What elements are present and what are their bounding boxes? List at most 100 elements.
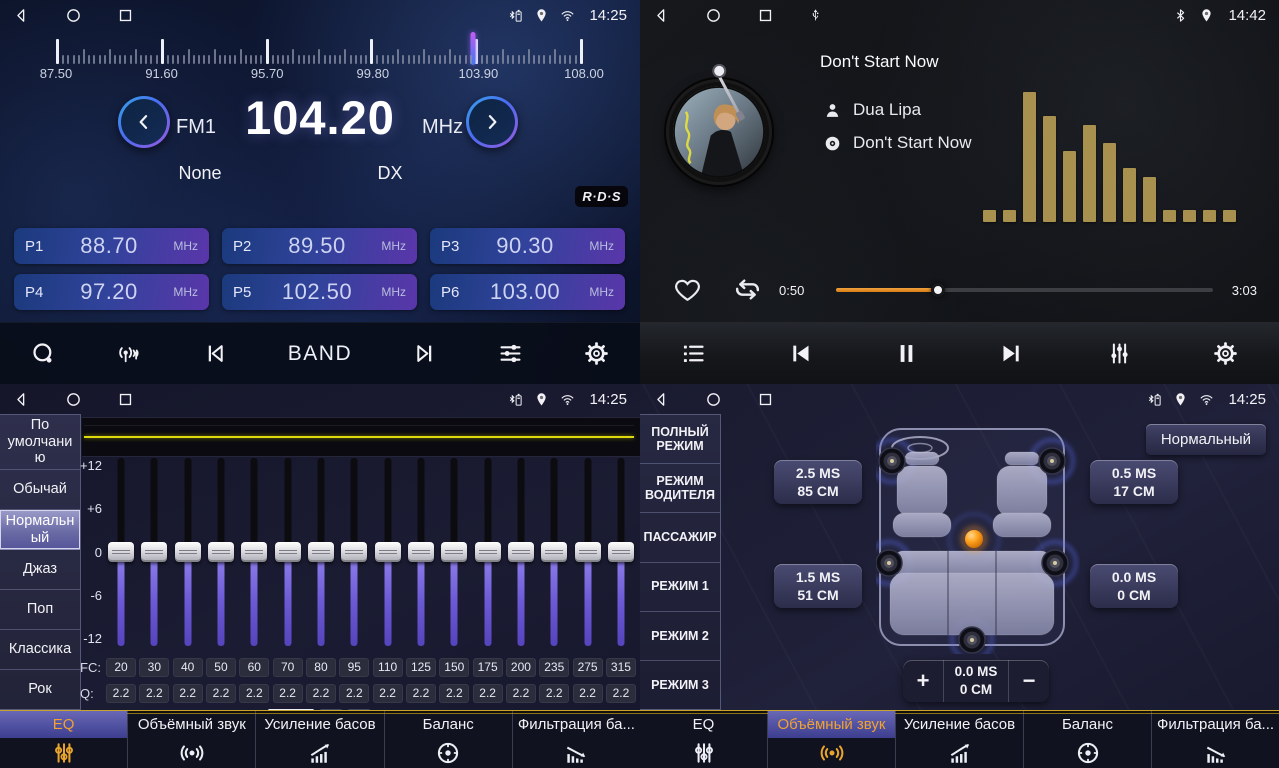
preset-button[interactable]: P497.20MHz xyxy=(14,274,209,310)
eq-preset-item[interactable]: Поп xyxy=(0,590,80,630)
eq-preset-item[interactable]: Классика xyxy=(0,630,80,670)
eq-band-slider[interactable] xyxy=(106,458,136,654)
audio-tab[interactable]: Объёмный звук xyxy=(768,711,896,768)
rear-right-delay-button[interactable]: 0.0 MS 0 CM xyxy=(1090,564,1178,608)
audio-tab[interactable]: Усиление басов xyxy=(256,711,384,768)
audio-tab[interactable]: Баланс xyxy=(385,711,513,768)
pause-icon[interactable] xyxy=(893,340,920,367)
slider-handle[interactable] xyxy=(475,542,501,562)
broadcast-icon[interactable] xyxy=(116,340,143,367)
eq-preset-item[interactable]: Нормальный xyxy=(0,510,80,550)
eq-preset-item[interactable]: Обычай xyxy=(0,470,80,510)
audio-tab[interactable]: Фильтрация ба... xyxy=(513,711,640,768)
eq-band-slider[interactable] xyxy=(273,458,303,654)
recents-icon[interactable] xyxy=(757,7,774,24)
slider-handle[interactable] xyxy=(441,542,467,562)
slider-handle[interactable] xyxy=(541,542,567,562)
mode-item[interactable]: ПОЛНЫЙ РЕЖИМ xyxy=(640,415,720,464)
eq-preset-item[interactable]: Джаз xyxy=(0,550,80,590)
progress-bar[interactable] xyxy=(836,288,1213,292)
eq-band-slider[interactable] xyxy=(306,458,336,654)
mode-item[interactable]: РЕЖИМ 3 xyxy=(640,661,720,709)
gear-icon[interactable] xyxy=(1212,340,1239,367)
eq-band-slider[interactable] xyxy=(373,458,403,654)
tune-sliders-icon[interactable] xyxy=(497,340,524,367)
increase-button[interactable]: + xyxy=(903,660,943,702)
slider-handle[interactable] xyxy=(408,542,434,562)
sound-preset-button[interactable]: Нормальный xyxy=(1146,424,1266,455)
favorite-button[interactable] xyxy=(673,275,702,304)
slider-handle[interactable] xyxy=(341,542,367,562)
decrease-button[interactable]: − xyxy=(1009,660,1049,702)
slider-handle[interactable] xyxy=(141,542,167,562)
next-track-icon[interactable] xyxy=(999,340,1026,367)
slider-handle[interactable] xyxy=(208,542,234,562)
recents-icon[interactable] xyxy=(117,7,134,24)
eq-preset-item[interactable]: Рок xyxy=(0,670,80,709)
preset-button[interactable]: P5102.50MHz xyxy=(222,274,417,310)
search-icon[interactable] xyxy=(30,340,57,367)
recents-icon[interactable] xyxy=(757,391,774,408)
audio-tab[interactable]: Баланс xyxy=(1024,711,1152,768)
eq-band-slider[interactable] xyxy=(339,458,369,654)
home-icon[interactable] xyxy=(705,7,722,24)
playlist-icon[interactable] xyxy=(680,340,707,367)
slider-handle[interactable] xyxy=(575,542,601,562)
preset-button[interactable]: P390.30MHz xyxy=(430,228,625,264)
slider-handle[interactable] xyxy=(241,542,267,562)
skip-forward-icon[interactable] xyxy=(411,340,438,367)
eq-band-slider[interactable] xyxy=(139,458,169,654)
eq-band-slider[interactable] xyxy=(506,458,536,654)
slider-handle[interactable] xyxy=(608,542,634,562)
preset-button[interactable]: P188.70MHz xyxy=(14,228,209,264)
mode-item[interactable]: РЕЖИМ 2 xyxy=(640,612,720,661)
band-button[interactable]: BAND xyxy=(288,342,352,366)
eq-band-slider[interactable] xyxy=(173,458,203,654)
frequency-dial[interactable] xyxy=(56,36,584,64)
mixer-icon[interactable] xyxy=(1106,340,1133,367)
slider-handle[interactable] xyxy=(175,542,201,562)
previous-track-icon[interactable] xyxy=(786,340,813,367)
back-icon[interactable] xyxy=(653,7,670,24)
audio-tab[interactable]: EQ xyxy=(0,711,128,768)
mode-item[interactable]: ПАССАЖИР xyxy=(640,513,720,562)
eq-preset-item[interactable]: По умолчанию xyxy=(0,415,80,470)
eq-band-slider[interactable] xyxy=(606,458,636,654)
recents-icon[interactable] xyxy=(117,391,134,408)
front-right-delay-button[interactable]: 0.5 MS 17 CM xyxy=(1090,460,1178,504)
audio-tab[interactable]: Объёмный звук xyxy=(128,711,256,768)
audio-tab[interactable]: EQ xyxy=(640,711,768,768)
progress-thumb[interactable] xyxy=(931,283,945,297)
tune-up-button[interactable] xyxy=(466,96,518,148)
preset-button[interactable]: P6103.00MHz xyxy=(430,274,625,310)
eq-band-slider[interactable] xyxy=(439,458,469,654)
slider-handle[interactable] xyxy=(375,542,401,562)
repeat-button[interactable] xyxy=(732,274,763,305)
eq-band-slider[interactable] xyxy=(239,458,269,654)
slider-handle[interactable] xyxy=(308,542,334,562)
eq-band-slider[interactable] xyxy=(539,458,569,654)
home-icon[interactable] xyxy=(65,7,82,24)
slider-handle[interactable] xyxy=(508,542,534,562)
slider-handle[interactable] xyxy=(275,542,301,562)
eq-band-slider[interactable] xyxy=(473,458,503,654)
mode-item[interactable]: РЕЖИМ 1 xyxy=(640,563,720,612)
eq-band-slider[interactable] xyxy=(573,458,603,654)
gear-icon[interactable] xyxy=(583,340,610,367)
home-icon[interactable] xyxy=(705,391,722,408)
audio-tab[interactable]: Фильтрация ба... xyxy=(1152,711,1279,768)
dial-tick xyxy=(214,49,216,64)
home-icon[interactable] xyxy=(65,391,82,408)
back-icon[interactable] xyxy=(653,391,670,408)
mode-item[interactable]: РЕЖИМ ВОДИТЕЛЯ xyxy=(640,464,720,513)
eq-band-slider[interactable] xyxy=(406,458,436,654)
front-left-delay-button[interactable]: 2.5 MS 85 CM xyxy=(774,460,862,504)
slider-handle[interactable] xyxy=(108,542,134,562)
skip-back-icon[interactable] xyxy=(202,340,229,367)
rear-left-delay-button[interactable]: 1.5 MS 51 CM xyxy=(774,564,862,608)
back-icon[interactable] xyxy=(13,7,30,24)
preset-button[interactable]: P289.50MHz xyxy=(222,228,417,264)
back-icon[interactable] xyxy=(13,391,30,408)
audio-tab[interactable]: Усиление басов xyxy=(896,711,1024,768)
eq-band-slider[interactable] xyxy=(206,458,236,654)
